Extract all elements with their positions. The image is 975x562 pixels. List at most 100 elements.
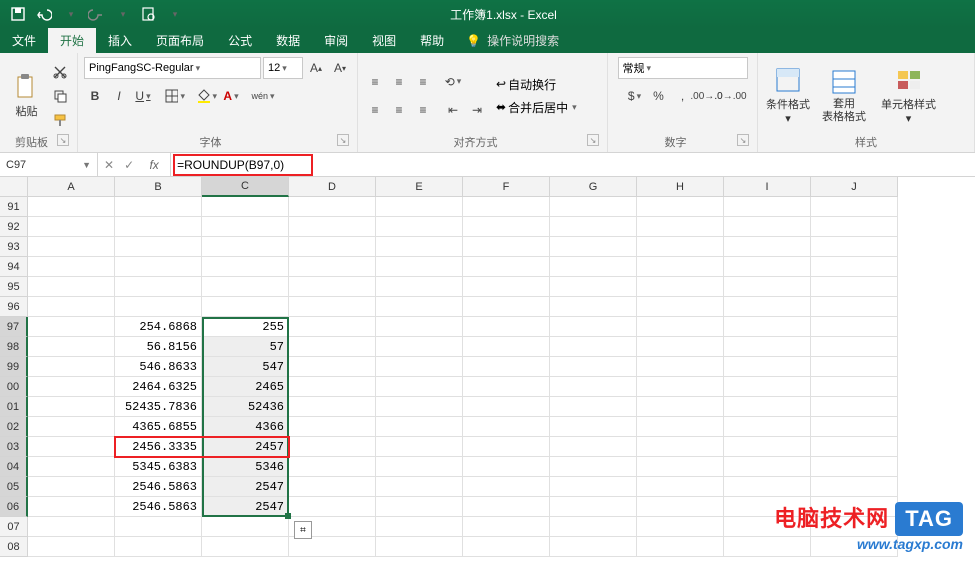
cell[interactable]: 255 bbox=[202, 317, 289, 337]
cell[interactable] bbox=[637, 417, 724, 437]
cell[interactable] bbox=[637, 317, 724, 337]
cell[interactable]: 2546.5863 bbox=[115, 497, 202, 517]
cell[interactable] bbox=[811, 257, 898, 277]
cell[interactable] bbox=[28, 197, 115, 217]
font-dialog-launcher[interactable]: ↘ bbox=[337, 134, 349, 146]
cell[interactable] bbox=[550, 377, 637, 397]
cell[interactable] bbox=[550, 257, 637, 277]
fill-handle[interactable] bbox=[285, 513, 291, 519]
row-header-97[interactable]: 97 bbox=[0, 317, 28, 337]
cell[interactable] bbox=[637, 437, 724, 457]
cell[interactable] bbox=[724, 377, 811, 397]
align-right-button[interactable]: ≡ bbox=[412, 99, 434, 121]
align-bottom-button[interactable]: ≡ bbox=[412, 71, 434, 93]
font-name-select[interactable]: PingFangSC-Regular bbox=[84, 57, 261, 79]
column-header-I[interactable]: I bbox=[724, 177, 811, 197]
cell[interactable] bbox=[28, 457, 115, 477]
number-format-select[interactable]: 常规 bbox=[618, 57, 748, 79]
increase-indent-button[interactable]: ⇥ bbox=[466, 99, 488, 121]
cell[interactable] bbox=[637, 357, 724, 377]
tab-data[interactable]: 数据 bbox=[264, 28, 312, 53]
cell[interactable] bbox=[202, 297, 289, 317]
cell[interactable] bbox=[28, 337, 115, 357]
cell[interactable] bbox=[463, 297, 550, 317]
cell[interactable] bbox=[202, 537, 289, 557]
cell[interactable] bbox=[463, 517, 550, 537]
cell[interactable] bbox=[202, 197, 289, 217]
cell[interactable] bbox=[202, 517, 289, 537]
increase-font-button[interactable]: A▴ bbox=[305, 57, 327, 79]
cell[interactable] bbox=[463, 437, 550, 457]
cell[interactable] bbox=[376, 417, 463, 437]
cell[interactable] bbox=[463, 237, 550, 257]
decrease-indent-button[interactable]: ⇤ bbox=[442, 99, 464, 121]
clipboard-dialog-launcher[interactable]: ↘ bbox=[57, 134, 69, 146]
cell[interactable]: 4366 bbox=[202, 417, 289, 437]
cell[interactable] bbox=[376, 277, 463, 297]
conditional-format-button[interactable]: 条件格式▾ bbox=[764, 60, 812, 132]
cell[interactable] bbox=[289, 337, 376, 357]
cell[interactable] bbox=[289, 497, 376, 517]
cell[interactable] bbox=[724, 357, 811, 377]
save-icon[interactable] bbox=[6, 2, 30, 26]
cell[interactable] bbox=[637, 537, 724, 557]
row-header-01[interactable]: 01 bbox=[0, 397, 28, 417]
cell[interactable] bbox=[811, 377, 898, 397]
cell[interactable]: 4365.6855 bbox=[115, 417, 202, 437]
cell[interactable] bbox=[376, 357, 463, 377]
cell[interactable] bbox=[550, 277, 637, 297]
cell[interactable] bbox=[376, 217, 463, 237]
align-top-button[interactable]: ≡ bbox=[364, 71, 386, 93]
cell[interactable] bbox=[289, 477, 376, 497]
row-header-05[interactable]: 05 bbox=[0, 477, 28, 497]
paste-button[interactable]: 粘贴 bbox=[6, 60, 47, 132]
cell[interactable] bbox=[28, 217, 115, 237]
cell[interactable] bbox=[115, 537, 202, 557]
tab-layout[interactable]: 页面布局 bbox=[144, 28, 216, 53]
cell[interactable] bbox=[115, 257, 202, 277]
cell[interactable] bbox=[289, 237, 376, 257]
wrap-text-button[interactable]: ↩ 自动换行 bbox=[496, 76, 577, 93]
cell[interactable] bbox=[289, 537, 376, 557]
cell[interactable] bbox=[376, 197, 463, 217]
align-left-button[interactable]: ≡ bbox=[364, 99, 386, 121]
cells-area[interactable]: 254.686825556.815657546.86335472464.6325… bbox=[28, 197, 898, 557]
cell[interactable] bbox=[550, 217, 637, 237]
format-as-table-button[interactable]: 套用 表格格式 bbox=[814, 60, 874, 132]
cell[interactable] bbox=[289, 437, 376, 457]
cell[interactable] bbox=[28, 537, 115, 557]
tab-insert[interactable]: 插入 bbox=[96, 28, 144, 53]
cell[interactable] bbox=[202, 237, 289, 257]
select-all-button[interactable] bbox=[0, 177, 28, 197]
cell[interactable] bbox=[724, 217, 811, 237]
cell[interactable] bbox=[550, 197, 637, 217]
cell[interactable] bbox=[811, 337, 898, 357]
cell[interactable] bbox=[550, 457, 637, 477]
formula-input[interactable]: =ROUNDUP(B97,0) bbox=[171, 153, 975, 176]
tab-help[interactable]: 帮助 bbox=[408, 28, 456, 53]
cell[interactable] bbox=[637, 257, 724, 277]
cell[interactable] bbox=[463, 357, 550, 377]
column-header-E[interactable]: E bbox=[376, 177, 463, 197]
column-header-J[interactable]: J bbox=[811, 177, 898, 197]
cell[interactable] bbox=[289, 257, 376, 277]
cell[interactable] bbox=[550, 337, 637, 357]
cell[interactable] bbox=[637, 197, 724, 217]
row-header-99[interactable]: 99 bbox=[0, 357, 28, 377]
cell[interactable]: 2457 bbox=[202, 437, 289, 457]
cell[interactable] bbox=[724, 417, 811, 437]
cell[interactable]: 2547 bbox=[202, 477, 289, 497]
row-header-98[interactable]: 98 bbox=[0, 337, 28, 357]
cell[interactable] bbox=[376, 377, 463, 397]
cell[interactable] bbox=[463, 317, 550, 337]
percent-format-button[interactable]: % bbox=[648, 85, 670, 107]
cell[interactable]: 2465 bbox=[202, 377, 289, 397]
cell[interactable] bbox=[28, 357, 115, 377]
decrease-decimal-button[interactable]: .0→.00 bbox=[720, 85, 742, 107]
cell[interactable] bbox=[811, 237, 898, 257]
cell[interactable] bbox=[724, 237, 811, 257]
copy-button[interactable] bbox=[49, 85, 71, 107]
row-header-07[interactable]: 07 bbox=[0, 517, 28, 537]
cell[interactable] bbox=[463, 217, 550, 237]
cell[interactable]: 254.6868 bbox=[115, 317, 202, 337]
